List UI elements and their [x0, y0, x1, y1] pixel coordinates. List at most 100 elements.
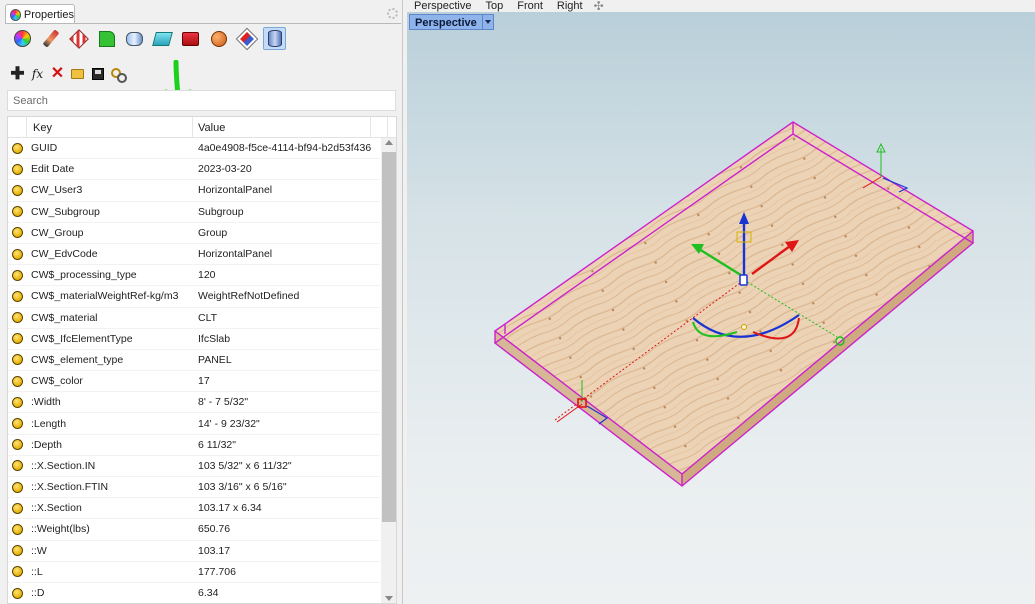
row-key[interactable]: CW_EdvCode: [27, 248, 193, 260]
row-key[interactable]: CW$_color: [27, 375, 193, 387]
viewport-name[interactable]: Perspective: [409, 14, 483, 30]
row-value[interactable]: IfcSlab: [193, 333, 375, 345]
open-folder-icon[interactable]: [70, 66, 85, 81]
row-value[interactable]: 4a0e4908-f5ce-4114-bf94-b2d53f436: [193, 142, 375, 154]
row-value[interactable]: PANEL: [193, 354, 375, 366]
tab-perspective[interactable]: Perspective: [407, 0, 478, 12]
row-key[interactable]: Edit Date: [27, 163, 193, 175]
header-value[interactable]: Value: [193, 117, 371, 138]
row-key[interactable]: CW_Subgroup: [27, 206, 193, 218]
row-key[interactable]: CW$_element_type: [27, 354, 193, 366]
row-value[interactable]: HorizontalPanel: [193, 248, 375, 260]
row-key[interactable]: GUID: [27, 142, 193, 154]
insert-function-icon[interactable]: fx: [30, 66, 45, 81]
shadow-icon[interactable]: [151, 27, 174, 50]
row-value[interactable]: 103 3/16" x 6 5/16": [193, 481, 375, 493]
row-key[interactable]: CW$_material: [27, 312, 193, 324]
table-row[interactable]: CW$_materialWeightRef-kg/m3 WeightRefNotD…: [8, 286, 380, 308]
row-key[interactable]: ::X.Section.FTIN: [27, 481, 193, 493]
decal-icon[interactable]: [95, 27, 118, 50]
object-color-icon[interactable]: [11, 27, 34, 50]
row-value[interactable]: Subgroup: [193, 206, 375, 218]
row-key[interactable]: ::L: [27, 566, 193, 578]
add-key-icon[interactable]: ✚: [10, 65, 25, 82]
row-value[interactable]: 14' - 9 23/32": [193, 418, 375, 430]
search-input[interactable]: Search: [7, 90, 396, 111]
properties-tab[interactable]: Properties: [5, 4, 75, 24]
viewport-menu-chevron-down-icon[interactable]: [482, 14, 494, 30]
render-icon[interactable]: [179, 27, 202, 50]
row-key[interactable]: ::X.Section.IN: [27, 460, 193, 472]
row-value[interactable]: HorizontalPanel: [193, 184, 375, 196]
row-value[interactable]: Group: [193, 227, 375, 239]
row-value[interactable]: 650.76: [193, 523, 375, 535]
table-row[interactable]: CW_Group Group: [8, 223, 380, 244]
table-row[interactable]: :Length 14' - 9 23/32": [8, 413, 380, 435]
table-row[interactable]: ::W 103.17: [8, 541, 380, 562]
row-key[interactable]: CW$_IfcElementType: [27, 333, 193, 345]
viewport-title[interactable]: Perspective: [409, 14, 494, 30]
table-row[interactable]: Edit Date 2023-03-20: [8, 159, 380, 181]
row-value[interactable]: 103 5/32" x 6 11/32": [193, 460, 375, 472]
panel-options-gear-icon[interactable]: [387, 8, 398, 19]
row-value[interactable]: 103.17 x 6.34: [193, 502, 375, 514]
table-row[interactable]: CW$_element_type PANEL: [8, 350, 380, 372]
table-row[interactable]: CW_Subgroup Subgroup: [8, 202, 380, 223]
row-key[interactable]: ::D: [27, 587, 193, 599]
row-value[interactable]: 8' - 7 5/32": [193, 396, 375, 408]
header-key[interactable]: Key: [27, 117, 193, 138]
table-row[interactable]: CW$_color 17: [8, 371, 380, 393]
pen-icon[interactable]: [39, 27, 62, 50]
row-value[interactable]: 2023-03-20: [193, 163, 375, 175]
table-row[interactable]: CW$_processing_type 120: [8, 265, 380, 287]
vertical-scrollbar[interactable]: [381, 138, 396, 603]
row-value[interactable]: 6 11/32": [193, 439, 375, 451]
row-value[interactable]: 120: [193, 269, 375, 281]
tab-right[interactable]: Right: [550, 0, 590, 12]
material-icon[interactable]: [67, 27, 90, 50]
table-row[interactable]: ::X.Section.FTIN 103 3/16" x 6 5/16": [8, 477, 380, 499]
row-key[interactable]: CW$_materialWeightRef-kg/m3: [27, 290, 193, 302]
table-row[interactable]: GUID 4a0e4908-f5ce-4114-bf94-b2d53f436: [8, 138, 380, 160]
row-value[interactable]: CLT: [193, 312, 375, 324]
row-key[interactable]: :Width: [27, 396, 193, 408]
table-row[interactable]: :Width 8' - 7 5/32": [8, 392, 380, 414]
row-key[interactable]: :Depth: [27, 439, 193, 451]
delete-key-icon[interactable]: ✕: [50, 65, 65, 81]
perspective-viewport[interactable]: Perspective: [407, 12, 1035, 604]
table-row[interactable]: CW$_IfcElementType IfcSlab: [8, 329, 380, 350]
row-value[interactable]: 103.17: [193, 545, 375, 557]
save-icon[interactable]: [90, 66, 105, 81]
scroll-down-icon[interactable]: [385, 596, 393, 601]
display-icon[interactable]: [235, 27, 258, 50]
gumball-lock-icon[interactable]: [739, 274, 748, 286]
table-row[interactable]: ::L 177.706: [8, 562, 380, 583]
row-value[interactable]: 17: [193, 375, 375, 387]
row-value[interactable]: 6.34: [193, 587, 375, 599]
row-key[interactable]: ::X.Section: [27, 502, 193, 514]
tab-front[interactable]: Front: [510, 0, 550, 12]
row-value[interactable]: 177.706: [193, 566, 375, 578]
table-row[interactable]: ::X.Section 103.17 x 6.34: [8, 498, 380, 520]
table-row[interactable]: ::D 6.34: [8, 583, 380, 603]
table-row[interactable]: ::X.Section.IN 103 5/32" x 6 11/32": [8, 456, 380, 477]
row-value[interactable]: WeightRefNotDefined: [193, 290, 375, 302]
row-key[interactable]: CW_Group: [27, 227, 193, 239]
row-key[interactable]: ::Weight(lbs): [27, 523, 193, 535]
scroll-thumb[interactable]: [382, 152, 396, 522]
table-row[interactable]: CW_EdvCode HorizontalPanel: [8, 244, 380, 266]
render-mesh-icon[interactable]: [123, 27, 146, 50]
table-row[interactable]: CW$_material CLT: [8, 308, 380, 329]
tab-top[interactable]: Top: [478, 0, 510, 12]
table-row[interactable]: ::Weight(lbs) 650.76: [8, 519, 380, 541]
row-key[interactable]: ::W: [27, 545, 193, 557]
attribute-user-text-icon[interactable]: [263, 27, 286, 50]
row-key[interactable]: CW_User3: [27, 184, 193, 196]
gumball-center[interactable]: [741, 324, 747, 330]
table-row[interactable]: :Depth 6 11/32": [8, 435, 380, 456]
keys-icon[interactable]: [110, 66, 127, 83]
scroll-up-icon[interactable]: [385, 140, 393, 145]
row-key[interactable]: CW$_processing_type: [27, 269, 193, 281]
table-row[interactable]: CW_User3 HorizontalPanel: [8, 180, 380, 202]
texture-icon[interactable]: [207, 27, 230, 50]
